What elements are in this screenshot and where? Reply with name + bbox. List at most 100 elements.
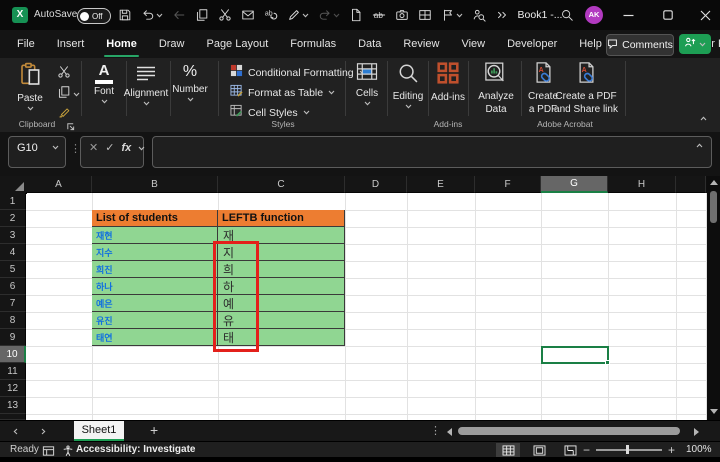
cut-icon[interactable] — [218, 8, 232, 22]
student-name-cell-b5[interactable]: 희진 — [92, 261, 218, 278]
column-header-H[interactable]: H — [608, 176, 676, 193]
tab-file[interactable]: File — [6, 30, 46, 58]
save-icon[interactable] — [118, 8, 132, 22]
search-icon[interactable] — [560, 8, 574, 27]
conditional-formatting-button[interactable]: Conditional Formatting — [230, 64, 366, 81]
format-as-table-button[interactable]: Format as Table — [230, 84, 335, 101]
copy-icon[interactable] — [195, 8, 209, 22]
paste-button[interactable]: Paste — [8, 62, 52, 111]
tab-page-layout[interactable]: Page Layout — [195, 30, 279, 58]
row-header-8[interactable]: 8 — [0, 312, 26, 329]
close-button[interactable] — [690, 0, 720, 30]
leftb-result-cell-c4[interactable]: 지 — [218, 244, 345, 261]
find-person-icon[interactable] — [472, 8, 486, 22]
sheet-tab-sheet1[interactable]: Sheet1 — [74, 421, 124, 441]
vertical-scrollbar-thumb[interactable] — [710, 191, 717, 223]
maximize-button[interactable] — [653, 0, 683, 30]
column-header-partial[interactable] — [676, 176, 706, 193]
expand-formula-bar-icon[interactable] — [696, 143, 703, 148]
enter-icon[interactable]: ✓ — [105, 143, 114, 154]
tab-draw[interactable]: Draw — [148, 30, 196, 58]
strikethrough-icon[interactable]: ab — [372, 8, 386, 22]
student-name-cell-b9[interactable]: 태연 — [92, 329, 218, 346]
back-icon[interactable] — [172, 8, 186, 22]
fill-handle[interactable] — [605, 360, 610, 365]
page-break-view-button[interactable] — [558, 443, 582, 457]
column-header-D[interactable]: D — [345, 176, 407, 193]
table-header-leftb-function[interactable]: LEFTB function — [218, 210, 345, 227]
comments-button[interactable]: Comments — [606, 34, 674, 56]
tab-data[interactable]: Data — [347, 30, 392, 58]
leftb-result-cell-c8[interactable]: 유 — [218, 312, 345, 329]
name-box[interactable]: G10 — [8, 136, 66, 168]
row-header-9[interactable]: 9 — [0, 329, 26, 346]
row-header-2[interactable]: 2 — [0, 210, 26, 227]
row-header-4[interactable]: 4 — [0, 244, 26, 261]
macro-record-icon[interactable] — [42, 444, 55, 462]
vscroll-up-arrow[interactable] — [710, 180, 718, 185]
row-header-13[interactable]: 13 — [0, 397, 26, 414]
tab-review[interactable]: Review — [392, 30, 450, 58]
share-button[interactable] — [679, 34, 711, 54]
zoom-in-button[interactable]: + — [668, 443, 675, 457]
tab-insert[interactable]: Insert — [46, 30, 96, 58]
flag-icon[interactable] — [441, 8, 463, 22]
replace-icon[interactable]: ab — [264, 8, 278, 22]
table-header-list-of-students[interactable]: List of students — [92, 210, 218, 227]
student-name-cell-b6[interactable]: 하나 — [92, 278, 218, 295]
student-name-cell-b4[interactable]: 지수 — [92, 244, 218, 261]
row-header-5[interactable]: 5 — [0, 261, 26, 278]
leftb-result-cell-c3[interactable]: 재 — [218, 227, 345, 244]
horizontal-scrollbar-thumb[interactable] — [458, 427, 680, 435]
normal-view-button[interactable] — [496, 443, 520, 457]
cells-menu-button[interactable]: Cells — [348, 62, 386, 106]
copy-button[interactable] — [57, 85, 80, 104]
tab-view[interactable]: View — [450, 30, 496, 58]
new-sheet-button[interactable]: + — [150, 422, 158, 438]
leftb-result-cell-c5[interactable]: 희 — [218, 261, 345, 278]
row-header-3[interactable]: 3 — [0, 227, 26, 244]
leftb-result-cell-c9[interactable]: 태 — [218, 329, 345, 346]
active-cell-g10[interactable] — [541, 346, 609, 364]
create-pdf-share-link-button[interactable]: A Create a PDF and Share link — [550, 61, 622, 115]
column-header-F[interactable]: F — [475, 176, 541, 193]
column-header-E[interactable]: E — [407, 176, 475, 193]
row-header-1[interactable]: 1 — [0, 193, 26, 210]
page-layout-view-button[interactable] — [527, 443, 551, 457]
alignment-menu-button[interactable]: Alignment — [121, 65, 171, 106]
hscroll-right-arrow[interactable] — [694, 428, 699, 436]
collapse-ribbon-icon[interactable] — [700, 116, 707, 121]
prev-sheet-icon[interactable] — [13, 428, 18, 435]
redo-icon[interactable] — [318, 8, 340, 22]
row-header-12[interactable]: 12 — [0, 380, 26, 397]
column-header-A[interactable]: A — [26, 176, 92, 193]
accessibility-status[interactable]: Accessibility: Investigate — [76, 444, 196, 455]
camera-icon[interactable] — [395, 8, 409, 22]
spreadsheet-grid[interactable]: ABCDEFGH12345678910111213List of student… — [0, 176, 720, 420]
insert-function-icon[interactable]: fx — [121, 143, 131, 154]
row-header-10[interactable]: 10 — [0, 346, 26, 363]
zoom-slider-track[interactable] — [596, 449, 662, 451]
minimize-button[interactable] — [613, 0, 643, 30]
zoom-slider-thumb[interactable] — [626, 445, 629, 454]
number-menu-button[interactable]: % Number — [170, 62, 210, 102]
zoom-out-button[interactable]: − — [583, 443, 590, 457]
tab-formulas[interactable]: Formulas — [279, 30, 347, 58]
draw-table-icon[interactable] — [418, 8, 432, 22]
hscroll-left-arrow[interactable] — [447, 428, 452, 436]
student-name-cell-b7[interactable]: 예은 — [92, 295, 218, 312]
student-name-cell-b8[interactable]: 유진 — [92, 312, 218, 329]
excel-logo-icon[interactable]: X — [12, 7, 28, 23]
email-icon[interactable] — [241, 8, 255, 22]
cancel-icon[interactable]: ✕ — [89, 143, 98, 154]
row-header-6[interactable]: 6 — [0, 278, 26, 295]
formula-input[interactable] — [152, 136, 712, 168]
autosave-toggle[interactable]: Off — [77, 8, 111, 24]
tab-bar-dots-icon[interactable]: ⋮ — [430, 424, 441, 437]
tab-developer[interactable]: Developer — [496, 30, 568, 58]
select-all-corner[interactable] — [0, 176, 27, 194]
column-header-G[interactable]: G — [541, 176, 608, 193]
editing-menu-button[interactable]: Editing — [389, 62, 427, 109]
row-header-11[interactable]: 11 — [0, 363, 26, 380]
ink-pen-icon[interactable] — [287, 8, 309, 22]
